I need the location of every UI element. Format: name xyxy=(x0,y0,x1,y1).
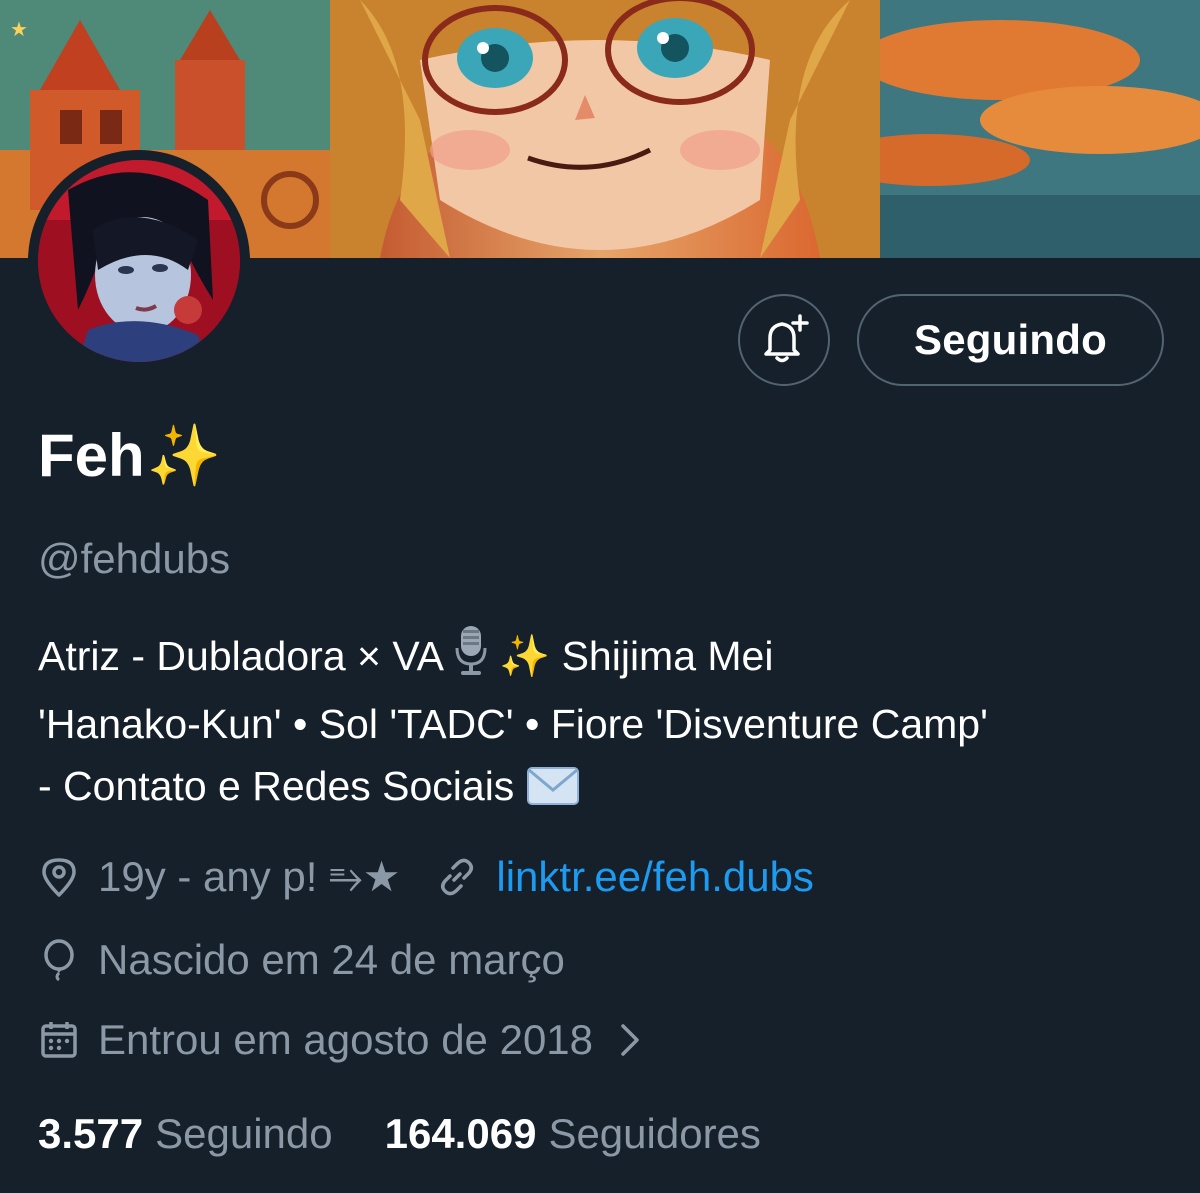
bio-line-1-text: Atriz - Dubladora × VA xyxy=(38,633,454,679)
location-link-row: 19y - any p! ⥱★ linktr.ee/feh.dubs xyxy=(38,852,814,902)
followers-stat[interactable]: 164.069 Seguidores xyxy=(385,1110,761,1158)
chevron-right-icon xyxy=(619,1020,643,1060)
following-count: 3.577 xyxy=(38,1110,144,1157)
avatar-photo xyxy=(38,160,240,362)
balloon-icon xyxy=(38,939,80,981)
avatar-illustration xyxy=(38,160,240,362)
sparkles-icon: ✨ xyxy=(499,633,551,679)
bio-line-2: 'Hanako-Kun' • Sol 'TADC' • Fiore 'Disve… xyxy=(38,701,988,747)
profile-website-link[interactable]: linktr.ee/feh.dubs xyxy=(496,853,814,901)
link-icon xyxy=(436,856,478,898)
profile-page: ★ Seguindo Feh ✨ @fehdubs Atriz - Dublad… xyxy=(0,0,1200,1193)
bell-plus-icon xyxy=(764,314,809,363)
calendar-icon xyxy=(38,1019,80,1061)
bio-line-1-tail: Shijima Mei xyxy=(550,633,774,679)
bio-line-3-text: - Contato e Redes Sociais xyxy=(38,763,526,809)
joined-date-text: Entrou em agosto de 2018 xyxy=(98,1016,594,1063)
bio-line-3: - Contato e Redes Sociais xyxy=(38,755,1178,823)
bio-line-1: Atriz - Dubladora × VA ✨ Shijima Mei xyxy=(38,624,1178,693)
microphone-icon xyxy=(453,624,489,693)
sparkles-icon: ✨ xyxy=(146,422,222,489)
followers-label: Seguidores xyxy=(548,1110,761,1157)
followers-count: 164.069 xyxy=(384,1110,537,1157)
notification-toggle-button[interactable] xyxy=(738,294,830,386)
location-text: 19y - any p! ⥱★ xyxy=(98,853,401,900)
joined-date-row[interactable]: Entrou em agosto de 2018 xyxy=(38,1016,643,1064)
user-handle: @fehdubs xyxy=(38,535,231,582)
birthday-row: Nascido em 24 de março xyxy=(38,936,565,984)
display-name: Feh ✨ xyxy=(38,420,221,491)
follow-stats: 3.577 Seguindo 164.069 Seguidores xyxy=(38,1110,761,1158)
profile-bio: Atriz - Dubladora × VA ✨ Shijima Mei 'Ha… xyxy=(38,624,1178,823)
location-pin-icon xyxy=(38,856,80,898)
envelope-icon xyxy=(526,761,580,823)
profile-avatar[interactable] xyxy=(28,150,250,372)
following-label: Seguindo xyxy=(155,1110,333,1157)
svg-text:★: ★ xyxy=(10,17,28,41)
birthday-text: Nascido em 24 de março xyxy=(98,936,565,983)
display-name-text: Feh xyxy=(38,422,145,489)
following-button[interactable]: Seguindo xyxy=(857,294,1164,386)
following-stat[interactable]: 3.577 Seguindo xyxy=(38,1110,333,1158)
